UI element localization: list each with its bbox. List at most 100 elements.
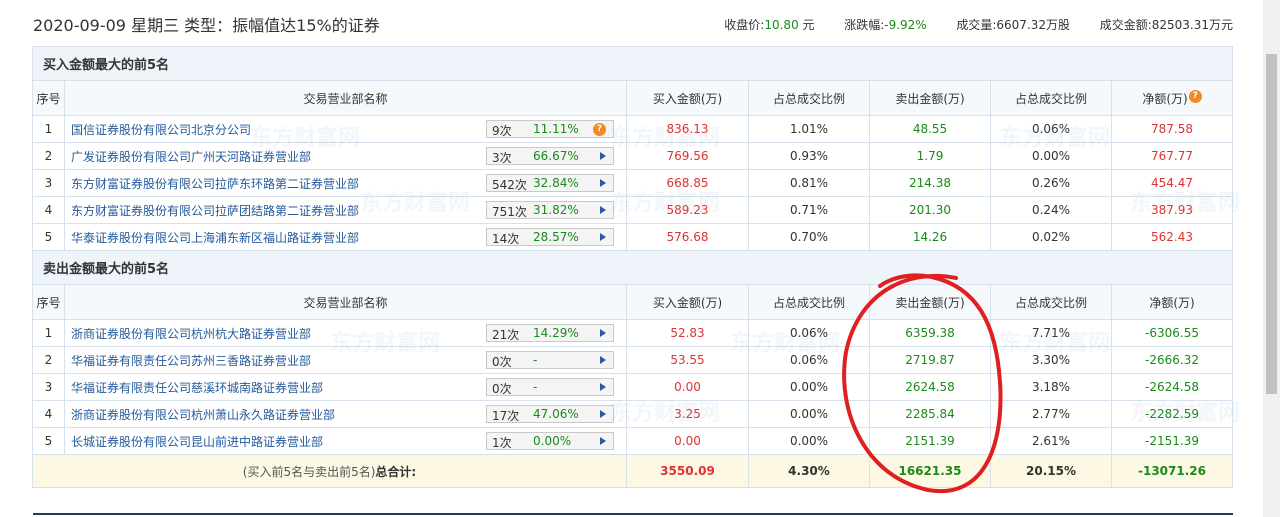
broker-name-link[interactable]: 东方财富证券股份有限公司拉萨东环路第二证券营业部 [71,177,359,191]
column-header: 占总成交比例 [990,284,1112,320]
expand-arrow-icon[interactable] [600,356,606,364]
price-stats: 收盘价:10.80 元 涨跌幅:-9.92% 成交量:6607.32万股 成交金… [724,16,1233,33]
table-row: 2 华福证券有限责任公司苏州三香路证券营业部 0次 - 53.55 0.06% 2719.8… [32,346,1233,374]
sell-ratio: 0.00% [990,142,1112,170]
buy-ratio: 0.00% [748,373,870,401]
sell-ratio: 0.06% [990,115,1112,143]
broker-cell: 华福证券有限责任公司苏州三香路证券营业部 0次 - [64,346,627,374]
broker-cell: 国信证券股份有限公司北京分公司 9次 11.11%? [64,115,627,143]
change-label: 涨跌幅: [844,18,885,32]
trade-count-button[interactable]: 9次 11.11%? [486,120,614,138]
trade-count-button[interactable]: 0次 - [486,378,614,396]
net-help-icon[interactable]: ? [1188,89,1202,103]
buy-ratio: 0.00% [748,400,870,428]
trade-count: 542次 [492,178,527,192]
expand-arrow-icon[interactable] [600,410,606,418]
row-index: 3 [32,169,65,197]
trade-count-button[interactable]: 14次 28.57% [486,228,614,246]
net-amount: 787.58 [1111,115,1233,143]
expand-arrow-icon[interactable] [600,206,606,214]
scrollbar-thumb[interactable] [1266,54,1277,394]
buy-ratio: 1.01% [748,115,870,143]
trade-success-rate: 66.67% [533,149,579,163]
table-row: 4 浙商证券股份有限公司杭州萧山永久路证券营业部 17次 47.06% 3.25 0.00… [32,400,1233,428]
expand-arrow-icon[interactable] [600,152,606,160]
row-index: 4 [32,400,65,428]
change-value: -9.92% [884,18,927,32]
buy-amount: 53.55 [626,346,749,374]
broker-name-link[interactable]: 华福证券有限责任公司慈溪环城南路证券营业部 [71,381,323,395]
broker-name-link[interactable]: 华福证券有限责任公司苏州三香路证券营业部 [71,354,311,368]
expand-arrow-icon[interactable] [600,179,606,187]
net-amount: 454.47 [1111,169,1233,197]
trade-count: 751次 [492,205,527,219]
trade-count: 14次 [492,232,520,246]
trade-success-rate: 32.84% [533,176,579,190]
trade-success-rate: 31.82% [533,203,579,217]
trade-count-button[interactable]: 1次 0.00% [486,432,614,450]
broker-table-container: 买入金额最大的前5名 序号 交易营业部名称 买入金额(万) 占总成交比例 卖出金额(万) 占… [32,46,1233,496]
trade-count-button[interactable]: 542次 32.84% [486,174,614,192]
broker-cell: 长城证券股份有限公司昆山前进中路证券营业部 1次 0.00% [64,427,627,455]
trade-count-button[interactable]: 21次 14.29% [486,324,614,342]
trade-count-button[interactable]: 751次 31.82% [486,201,614,219]
broker-cell: 浙商证券股份有限公司杭州杭大路证券营业部 21次 14.29% [64,319,627,347]
sell-ratio: 2.61% [990,427,1112,455]
net-amount: 767.77 [1111,142,1233,170]
column-header: 净额(万) [1111,284,1233,320]
trade-success-rate: 11.11% [533,122,579,136]
buy-ratio: 0.70% [748,223,870,251]
row-index: 2 [32,142,65,170]
page-scrollbar[interactable] [1263,0,1280,517]
column-header: 占总成交比例 [990,80,1112,116]
broker-name-link[interactable]: 国信证券股份有限公司北京分公司 [71,123,251,137]
volume-label: 成交量: [956,18,997,32]
column-header: 买入金额(万) [626,284,749,320]
expand-arrow-icon[interactable] [600,233,606,241]
total-net: -13071.26 [1111,454,1233,488]
broker-name-link[interactable]: 东方财富证券股份有限公司拉萨团结路第二证券营业部 [71,204,359,218]
row-index: 1 [32,115,65,143]
sell-ratio: 7.71% [990,319,1112,347]
trade-count-button[interactable]: 0次 - [486,351,614,369]
broker-cell: 浙商证券股份有限公司杭州萧山永久路证券营业部 17次 47.06% [64,400,627,428]
total-buy: 3550.09 [626,454,749,488]
column-header: 交易营业部名称 [64,80,627,116]
trade-count: 17次 [492,409,520,423]
trade-count-button[interactable]: 3次 66.67% [486,147,614,165]
broker-name-link[interactable]: 长城证券股份有限公司昆山前进中路证券营业部 [71,435,323,449]
broker-name-link[interactable]: 浙商证券股份有限公司杭州萧山永久路证券营业部 [71,408,335,422]
buy-amount: 576.68 [626,223,749,251]
sell-amount: 14.26 [869,223,991,251]
column-header: 交易营业部名称 [64,284,627,320]
expand-arrow-icon[interactable] [600,329,606,337]
help-icon[interactable]: ? [593,123,606,136]
buy-ratio: 0.06% [748,346,870,374]
broker-cell: 华福证券有限责任公司慈溪环城南路证券营业部 0次 - [64,373,627,401]
net-amount: -2666.32 [1111,346,1233,374]
broker-cell: 华泰证券股份有限公司上海浦东新区福山路证券营业部 14次 28.57% [64,223,627,251]
table-row: 3 华福证券有限责任公司慈溪环城南路证券营业部 0次 - 0.00 0.00% 2624.5… [32,373,1233,401]
trade-count-button[interactable]: 17次 47.06% [486,405,614,423]
column-header: 占总成交比例 [748,284,870,320]
net-amount: -6306.55 [1111,319,1233,347]
total-label-bold: 总合计: [375,464,417,479]
broker-name-link[interactable]: 华泰证券股份有限公司上海浦东新区福山路证券营业部 [71,231,359,245]
expand-arrow-icon[interactable] [600,383,606,391]
broker-table: 买入金额最大的前5名 序号 交易营业部名称 买入金额(万) 占总成交比例 卖出金额(万) 占… [32,46,1233,488]
expand-arrow-icon[interactable] [600,437,606,445]
trade-success-rate: 28.57% [533,230,579,244]
buy-amount: 52.83 [626,319,749,347]
buy-amount: 0.00 [626,427,749,455]
sell-amount: 2719.87 [869,346,991,374]
row-index: 2 [32,346,65,374]
sell-amount: 6359.38 [869,319,991,347]
broker-name-link[interactable]: 广发证券股份有限公司广州天河路证券营业部 [71,150,311,164]
sell-ratio: 0.02% [990,223,1112,251]
table-row: 2 广发证券股份有限公司广州天河路证券营业部 3次 66.67% 769.56 0.93%… [32,142,1233,170]
buy-ratio: 0.00% [748,427,870,455]
broker-name-link[interactable]: 浙商证券股份有限公司杭州杭大路证券营业部 [71,327,311,341]
column-header: 净额(万)? [1111,80,1233,116]
trade-count: 9次 [492,124,512,138]
sell-amount: 48.55 [869,115,991,143]
